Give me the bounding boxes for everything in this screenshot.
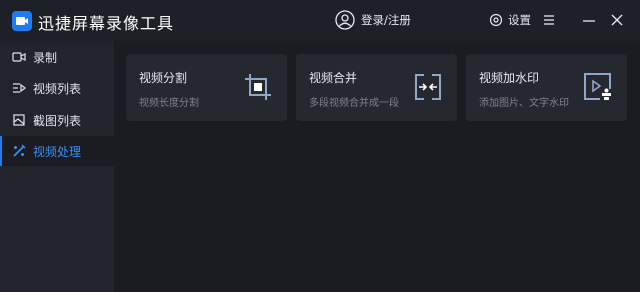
video-merge-card[interactable]: 视频合并 多段视频合并成一段: [296, 54, 457, 121]
sidebar-item-record[interactable]: 录制: [0, 42, 114, 72]
login-label: 登录/注册: [361, 13, 411, 27]
video-process-icon: [13, 144, 26, 157]
login-button[interactable]: 登录/注册: [335, 9, 411, 31]
main-content: 视频分割 视频长度分割 视频合并 多段视频合并成一段 视频加水印 添加图片、文字…: [114, 41, 640, 292]
card-title: 视频加水印: [479, 71, 540, 85]
app-logo-icon: [12, 11, 32, 31]
app-window: 迅捷屏幕录像工具 登录/注册 设置 录制 视频列表 截图列表 视频处理 视频分割…: [0, 0, 640, 292]
video-list-icon: [13, 83, 26, 93]
close-icon[interactable]: [609, 12, 625, 28]
video-split-card[interactable]: 视频分割 视频长度分割: [126, 54, 287, 121]
video-watermark-card[interactable]: 视频加水印 添加图片、文字水印: [466, 54, 627, 121]
sidebar-item-video-list[interactable]: 视频列表: [0, 73, 114, 103]
menu-icon[interactable]: [541, 12, 557, 28]
minimize-icon[interactable]: [581, 12, 597, 28]
sidebar-item-label: 视频处理: [33, 145, 82, 159]
screenshot-list-icon: [13, 114, 25, 126]
active-indicator: [0, 136, 2, 166]
title-bar: 迅捷屏幕录像工具 登录/注册 设置: [0, 0, 640, 41]
merge-icon: [415, 74, 441, 100]
card-description: 多段视频合并成一段: [309, 98, 399, 109]
crop-icon: [245, 74, 271, 100]
sidebar-item-video-process[interactable]: 视频处理: [0, 136, 114, 166]
record-icon: [12, 52, 26, 62]
app-title: 迅捷屏幕录像工具: [38, 14, 175, 33]
card-title: 视频分割: [139, 71, 188, 85]
sidebar-item-label: 截图列表: [33, 114, 82, 128]
card-description: 视频长度分割: [139, 98, 199, 109]
sidebar-item-screenshot-list[interactable]: 截图列表: [0, 105, 114, 135]
card-title: 视频合并: [309, 71, 358, 85]
user-avatar-icon: [335, 10, 355, 30]
sidebar-item-label: 录制: [33, 51, 58, 65]
settings-icon: [489, 13, 503, 27]
sidebar-item-label: 视频列表: [33, 82, 82, 96]
settings-button[interactable]: 设置: [489, 12, 531, 28]
watermark-icon: [584, 73, 611, 100]
card-description: 添加图片、文字水印: [479, 98, 569, 109]
settings-label: 设置: [508, 13, 531, 27]
sidebar: 录制 视频列表 截图列表 视频处理: [0, 41, 114, 292]
